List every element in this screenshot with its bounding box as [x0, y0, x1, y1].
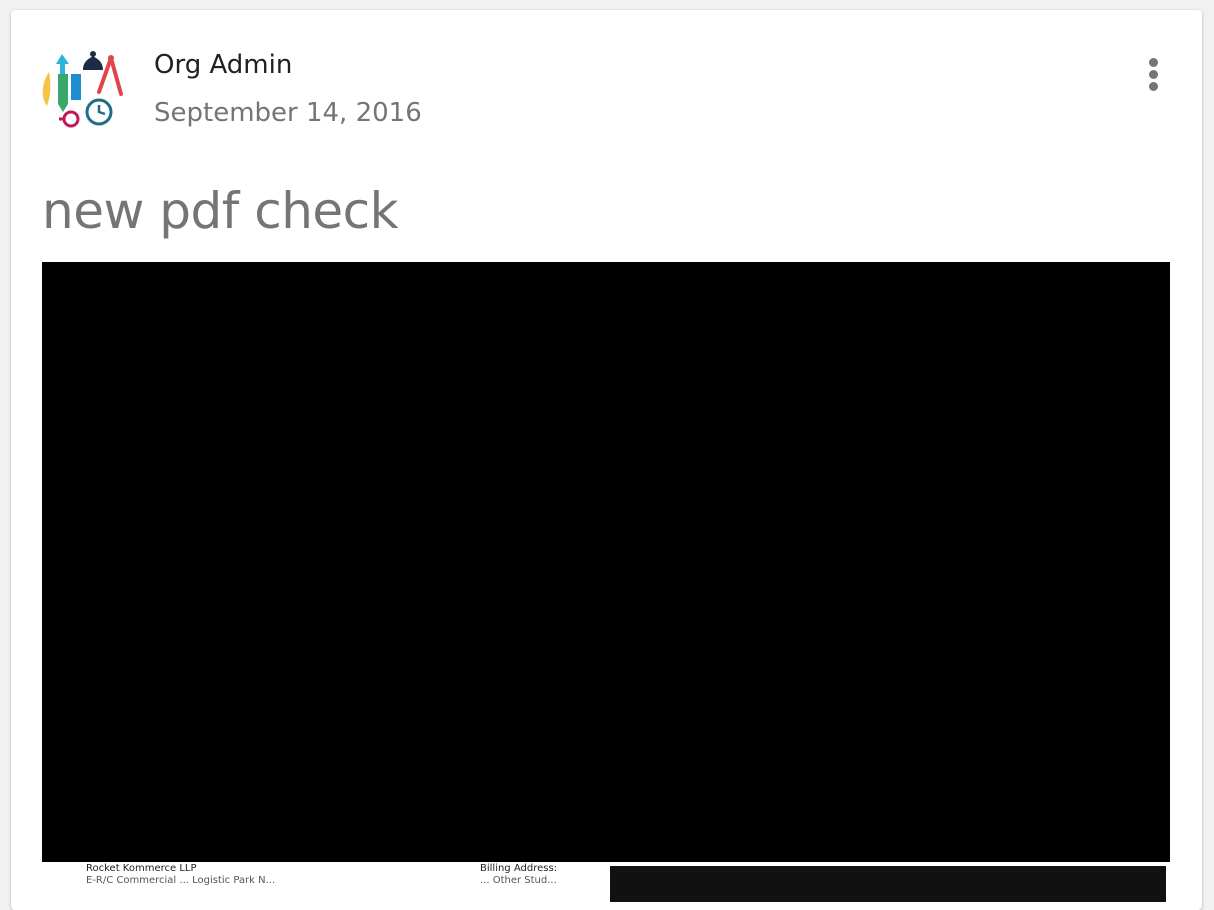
stationery-logo-icon — [42, 51, 123, 128]
pdf-seller-address: E-R/C Commercial ... Logistic Park N... — [86, 875, 276, 886]
pdf-billing-address: ... Other Stud... — [480, 875, 557, 886]
author-name[interactable]: Org Admin — [154, 50, 292, 80]
pdf-preview-image[interactable] — [42, 262, 1170, 862]
pdf-dark-block — [610, 866, 1166, 902]
post-title: new pdf check — [42, 182, 399, 240]
more-vert-icon — [1149, 70, 1158, 79]
more-vert-icon — [1149, 58, 1158, 67]
post-card: Org Admin September 14, 2016 new pdf che… — [11, 10, 1202, 910]
author-avatar[interactable] — [41, 48, 125, 132]
pdf-seller-name: Rocket Kommerce LLP — [86, 863, 197, 874]
pdf-billing-label: Billing Address: — [480, 863, 558, 874]
more-vert-icon — [1149, 82, 1158, 91]
post-date: September 14, 2016 — [154, 98, 422, 128]
pdf-page-preview: Rocket Kommerce LLP E-R/C Commercial ...… — [42, 862, 1170, 902]
more-options-button[interactable] — [1136, 54, 1172, 94]
